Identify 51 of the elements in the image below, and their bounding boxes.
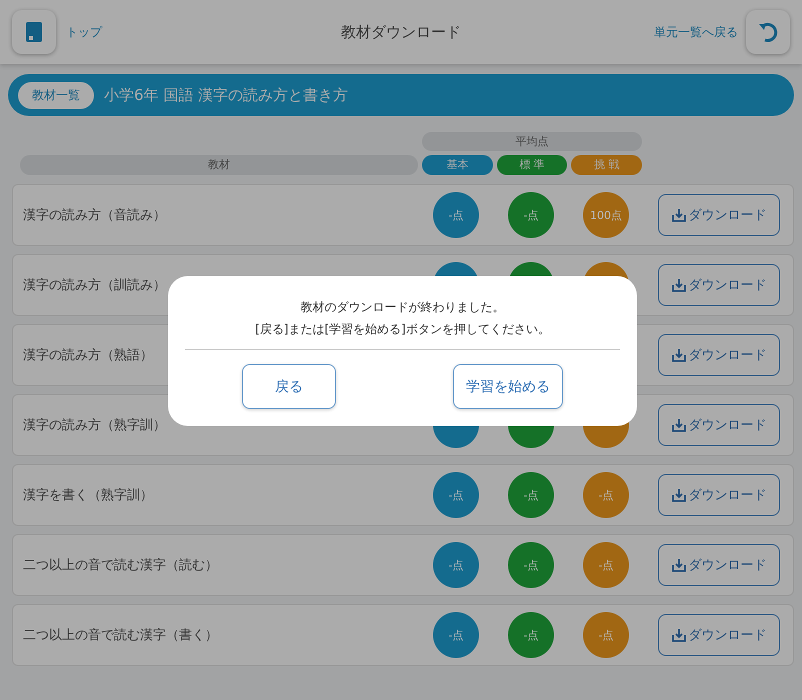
score-badge: -点 [433, 542, 479, 588]
score-badge: -点 [433, 612, 479, 658]
score-badge: -点 [508, 612, 554, 658]
dialog-message: [戻る]または[学習を始める]ボタンを押してください。 [255, 321, 550, 338]
level-header: 標 準 [496, 155, 568, 175]
score-badge: -点 [583, 612, 629, 658]
score-badge: -点 [508, 542, 554, 588]
download-icon [672, 418, 686, 432]
download-button[interactable]: ダウンロード [658, 264, 780, 306]
score-badge: -点 [433, 472, 479, 518]
undo-button[interactable] [746, 10, 790, 54]
material-title: 二つ以上の音で読む漢字（読む） [22, 557, 219, 574]
download-icon [672, 208, 686, 222]
material-title: 漢字を書く（熟字訓） [22, 487, 154, 504]
page-title: 教材ダウンロード [340, 22, 462, 42]
download-button[interactable]: ダウンロード [658, 404, 780, 446]
score-badge: -点 [583, 472, 629, 518]
score-badge: -点 [583, 542, 629, 588]
download-icon [672, 278, 686, 292]
level-header: 基本 [422, 155, 493, 175]
material-title: 二つ以上の音で読む漢字（書く） [22, 627, 219, 644]
material-title: 漢字の読み方（熟語） [22, 347, 154, 364]
home-label[interactable]: トップ [66, 24, 102, 40]
level-header: 挑 戦 [571, 155, 642, 175]
material-column-header: 教材 [20, 155, 418, 175]
home-button[interactable] [12, 10, 56, 54]
average-column-header: 平均点 [422, 132, 642, 151]
score-badge: 100点 [583, 192, 629, 238]
download-button[interactable]: ダウンロード [658, 474, 780, 516]
download-button[interactable]: ダウンロード [658, 614, 780, 656]
back-link[interactable]: 単元一覧へ戻る [654, 24, 738, 40]
score-badge: -点 [508, 192, 554, 238]
download-icon [672, 558, 686, 572]
download-icon [672, 628, 686, 642]
score-badge: -点 [433, 192, 479, 238]
undo-icon [757, 21, 779, 43]
book-icon [26, 22, 42, 42]
download-icon [672, 348, 686, 362]
material-title: 漢字の読み方（音読み） [22, 207, 167, 224]
download-button[interactable]: ダウンロード [658, 544, 780, 586]
unit-title: 小学6年 国語 漢字の読み方と書き方 [104, 86, 348, 104]
dialog-button[interactable]: 戻る [242, 364, 336, 409]
download-icon [672, 488, 686, 502]
material-title: 漢字の読み方（訓読み） [22, 277, 167, 294]
download-button[interactable]: ダウンロード [658, 334, 780, 376]
material-list-button[interactable]: 教材一覧 [18, 82, 94, 108]
score-badge: -点 [508, 472, 554, 518]
download-button[interactable]: ダウンロード [658, 194, 780, 236]
dialog-button[interactable]: 学習を始める [453, 364, 563, 409]
material-title: 漢字の読み方（熟字訓） [22, 417, 167, 434]
dialog-message: 教材のダウンロードが終わりました。 [300, 299, 504, 316]
